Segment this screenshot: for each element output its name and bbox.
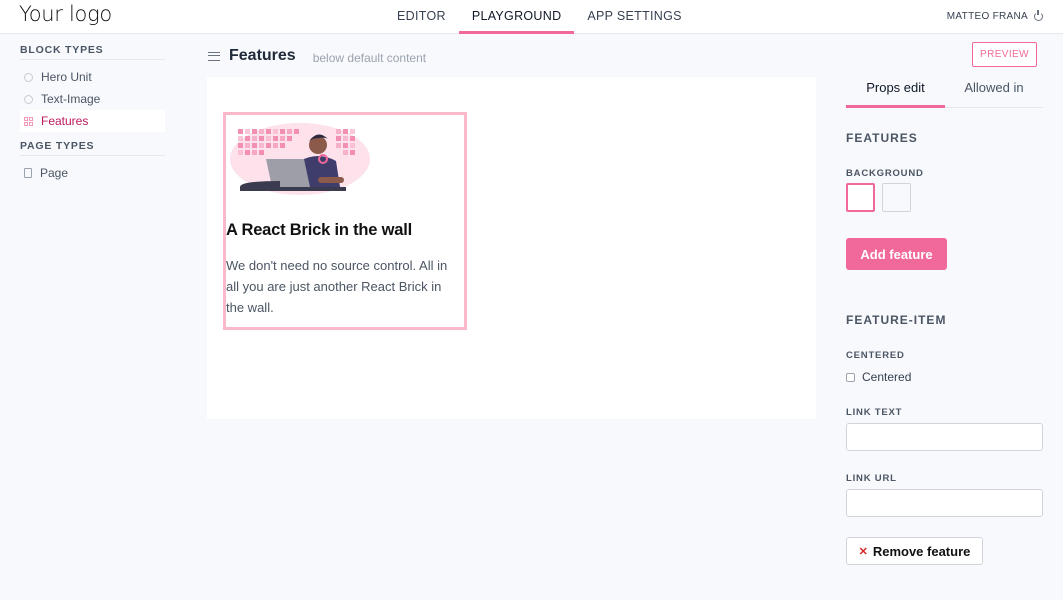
nav-app-settings[interactable]: APP SETTINGS bbox=[574, 0, 694, 34]
centered-checkbox-label: Centered bbox=[862, 370, 912, 384]
sidebar-item-label: Page bbox=[40, 166, 69, 180]
user-menu[interactable]: MATTEO FRANA bbox=[946, 10, 1043, 22]
background-swatch-white[interactable] bbox=[846, 183, 875, 212]
tab-allowed-in[interactable]: Allowed in bbox=[945, 80, 1043, 108]
top-header: Your logo EDITOR PLAYGROUND APP SETTINGS… bbox=[0, 0, 1063, 34]
centered-checkbox-row[interactable]: Centered bbox=[846, 370, 911, 384]
block-toolbar: Features below default content bbox=[208, 44, 426, 68]
user-name: MATTEO FRANA bbox=[946, 11, 1028, 22]
main-nav: EDITOR PLAYGROUND APP SETTINGS bbox=[384, 0, 695, 34]
editor-canvas: A React Brick in the wall We don't need … bbox=[207, 77, 816, 419]
sidebar-item-page[interactable]: Page bbox=[20, 162, 165, 184]
cube-icon bbox=[24, 72, 33, 82]
nav-playground[interactable]: PLAYGROUND bbox=[458, 0, 575, 34]
sidebar-item-label: Features bbox=[41, 114, 89, 128]
feature-illustration-image bbox=[230, 123, 370, 195]
grid-icon bbox=[24, 116, 33, 126]
background-swatch-light[interactable] bbox=[882, 183, 911, 212]
link-text-input[interactable] bbox=[846, 423, 1043, 451]
block-subtitle: below default content bbox=[312, 50, 427, 65]
feature-title[interactable]: A React Brick in the wall bbox=[226, 221, 412, 240]
close-icon: ✕ bbox=[858, 545, 868, 558]
block-types-heading: BLOCK TYPES bbox=[20, 44, 165, 60]
preview-button[interactable]: PREVIEW bbox=[972, 42, 1037, 67]
remove-feature-label: Remove feature bbox=[872, 543, 971, 559]
props-panel: Props edit Allowed in bbox=[846, 80, 1043, 108]
centered-label: CENTERED bbox=[846, 350, 905, 361]
sidebar-item-label: Text-Image bbox=[41, 92, 101, 106]
add-feature-button[interactable]: Add feature bbox=[846, 238, 947, 270]
sidebar-item-hero-unit[interactable]: Hero Unit bbox=[20, 66, 165, 88]
sidebar-item-features[interactable]: Features bbox=[20, 110, 165, 132]
cube-icon bbox=[24, 94, 33, 104]
sidebar: BLOCK TYPES Hero Unit Text-Image Feature… bbox=[20, 44, 165, 184]
background-label: BACKGROUND bbox=[846, 168, 924, 179]
link-url-input[interactable] bbox=[846, 489, 1043, 517]
nav-editor[interactable]: EDITOR bbox=[384, 0, 459, 34]
tab-props-edit[interactable]: Props edit bbox=[846, 80, 945, 108]
sidebar-item-label: Hero Unit bbox=[41, 70, 92, 84]
panel-tabs: Props edit Allowed in bbox=[846, 80, 1043, 108]
sidebar-item-text-image[interactable]: Text-Image bbox=[20, 88, 165, 110]
page-icon bbox=[24, 168, 32, 178]
link-url-label: LINK URL bbox=[846, 473, 897, 484]
remove-feature-button[interactable]: ✕ Remove feature bbox=[846, 537, 983, 565]
link-text-label: LINK TEXT bbox=[846, 407, 903, 418]
logout-icon[interactable] bbox=[1034, 10, 1043, 21]
centered-checkbox[interactable] bbox=[846, 372, 855, 382]
app-logo[interactable]: Your logo bbox=[19, 2, 112, 26]
feature-item-heading: FEATURE-ITEM bbox=[846, 313, 947, 327]
feature-text[interactable]: We don't need no source control. All in … bbox=[226, 255, 462, 318]
feature-item[interactable]: A React Brick in the wall We don't need … bbox=[223, 112, 467, 330]
page-types-heading: PAGE TYPES bbox=[20, 140, 165, 156]
block-title: Features bbox=[229, 47, 296, 64]
features-heading: FEATURES bbox=[846, 131, 918, 145]
menu-icon[interactable] bbox=[208, 51, 220, 61]
